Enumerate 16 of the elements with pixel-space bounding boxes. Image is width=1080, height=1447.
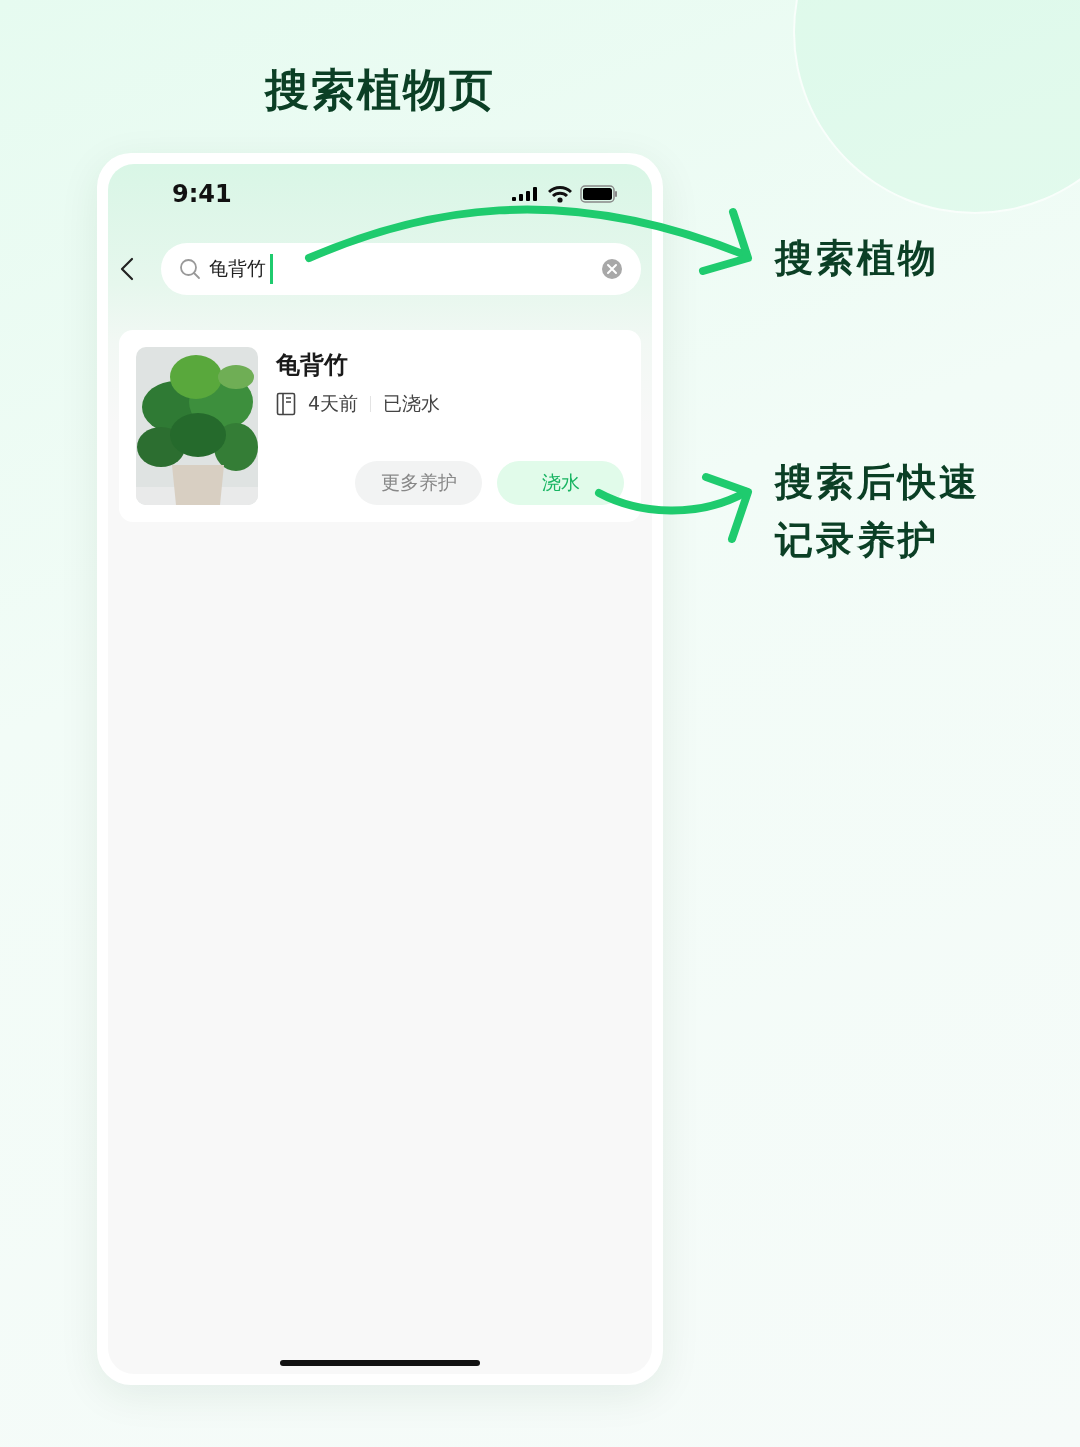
search-icon — [179, 258, 201, 280]
signal-icon — [512, 187, 540, 201]
care-status: 已浇水 — [383, 391, 441, 416]
annotation-text: 搜索植物 — [775, 235, 940, 282]
wifi-icon — [548, 185, 572, 203]
annotation-text: 搜索后快速记录养护 — [775, 459, 981, 564]
plant-name: 龟背竹 — [276, 350, 349, 381]
search-field[interactable]: 龟背竹 — [161, 243, 641, 295]
text-cursor — [270, 254, 273, 284]
last-care-time: 4天前 — [308, 391, 359, 416]
back-button[interactable] — [119, 256, 135, 282]
search-text: 龟背竹 — [209, 256, 266, 281]
battery-icon — [580, 185, 618, 203]
status-time: 9:41 — [172, 180, 232, 208]
page-title: 搜索植物页 — [263, 63, 496, 117]
notebook-icon — [276, 392, 296, 416]
